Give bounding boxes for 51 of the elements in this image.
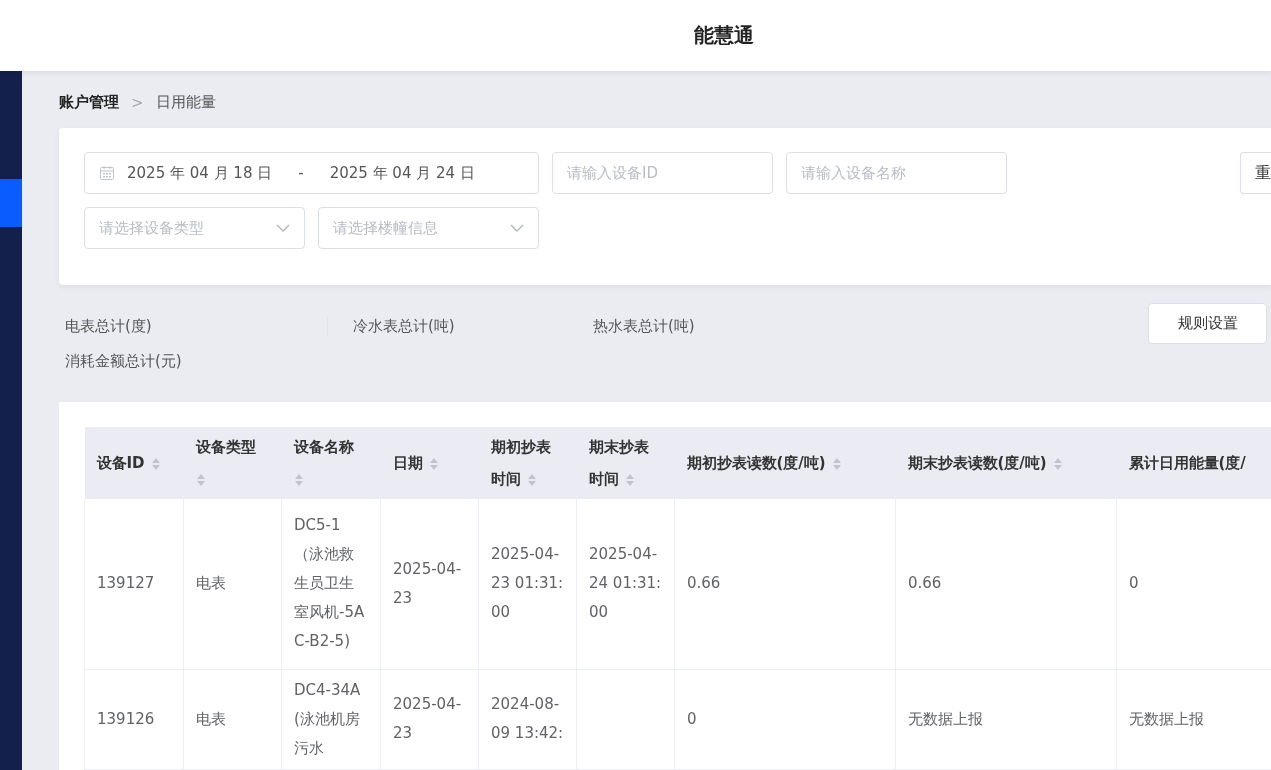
- sort-icon[interactable]: [526, 472, 537, 487]
- column-header[interactable]: 期初抄表时间: [478, 427, 577, 499]
- table-cell: 139126: [97, 709, 155, 728]
- rule-settings-button[interactable]: 规则设置: [1148, 303, 1267, 344]
- total-label: 电表总计(度): [65, 317, 153, 336]
- column-header[interactable]: 设备ID: [84, 427, 184, 499]
- total-label: 冷水表总计(吨): [327, 317, 593, 336]
- reset-button[interactable]: 重: [1240, 152, 1271, 194]
- device-id-field[interactable]: 请输入设备ID: [552, 152, 773, 194]
- column-header[interactable]: 设备类型: [183, 427, 282, 499]
- column-header[interactable]: 期末抄表读数(度/吨): [895, 427, 1117, 499]
- sort-icon[interactable]: [195, 472, 206, 487]
- table-cell: 2025-04-23: [393, 559, 462, 607]
- total-label: 热水表总计(吨): [593, 317, 696, 336]
- table-cell: 电表: [196, 574, 226, 593]
- column-header[interactable]: 期末抄表时间: [576, 427, 675, 499]
- sort-icon[interactable]: [293, 472, 304, 487]
- table-cell: 0.66: [687, 574, 721, 593]
- table-cell: DC4-34A(泳池机房污水: [294, 680, 361, 757]
- chevron-down-icon: [510, 224, 524, 232]
- column-header[interactable]: 期初抄表读数(度/吨): [674, 427, 896, 499]
- sort-icon[interactable]: [428, 456, 439, 471]
- sidebar-item[interactable]: [0, 179, 22, 227]
- app-title: 能慧通: [693, 22, 754, 49]
- table-cell: 2024-08-09 13:42:: [491, 695, 564, 742]
- date-range-picker[interactable]: 2025 年 04 月 18 日 - 2025 年 04 月 24 日: [84, 152, 539, 194]
- sort-icon[interactable]: [831, 456, 842, 471]
- table-cell: 2025-04-24 01:31:00: [589, 545, 662, 622]
- column-header[interactable]: 设备名称: [281, 427, 381, 499]
- table-cell: 0: [687, 709, 697, 728]
- table-cell: 0.66: [908, 574, 942, 593]
- chevron-down-icon: [276, 224, 290, 232]
- table-cell: 139127: [97, 574, 155, 593]
- calendar-icon: [99, 165, 115, 181]
- breadcrumb-item: 日用能量: [155, 93, 216, 112]
- total-label: 消耗金额总计(元): [65, 352, 183, 371]
- sort-icon[interactable]: [624, 472, 635, 487]
- breadcrumb-item[interactable]: 账户管理: [59, 93, 119, 112]
- table-cell: 无数据上报: [1129, 709, 1204, 728]
- column-header[interactable]: 日期: [380, 427, 479, 499]
- table-cell: 2025-04-23 01:31:00: [491, 545, 564, 622]
- sort-icon[interactable]: [1052, 456, 1063, 471]
- table-cell: 无数据上报: [908, 709, 983, 728]
- device-name-field[interactable]: 请输入设备名称: [786, 152, 1007, 194]
- table-cell: 0: [1129, 574, 1139, 593]
- sort-icon[interactable]: [150, 456, 161, 471]
- column-header: 累计日用能量(度/: [1116, 427, 1271, 499]
- table-cell: 电表: [196, 709, 226, 728]
- breadcrumb-separator: >: [131, 93, 144, 112]
- table-cell: DC5-1 （泳池救生员卫生室风机-5AC-B2-5): [294, 516, 365, 651]
- table-cell: 2025-04-23: [393, 695, 462, 742]
